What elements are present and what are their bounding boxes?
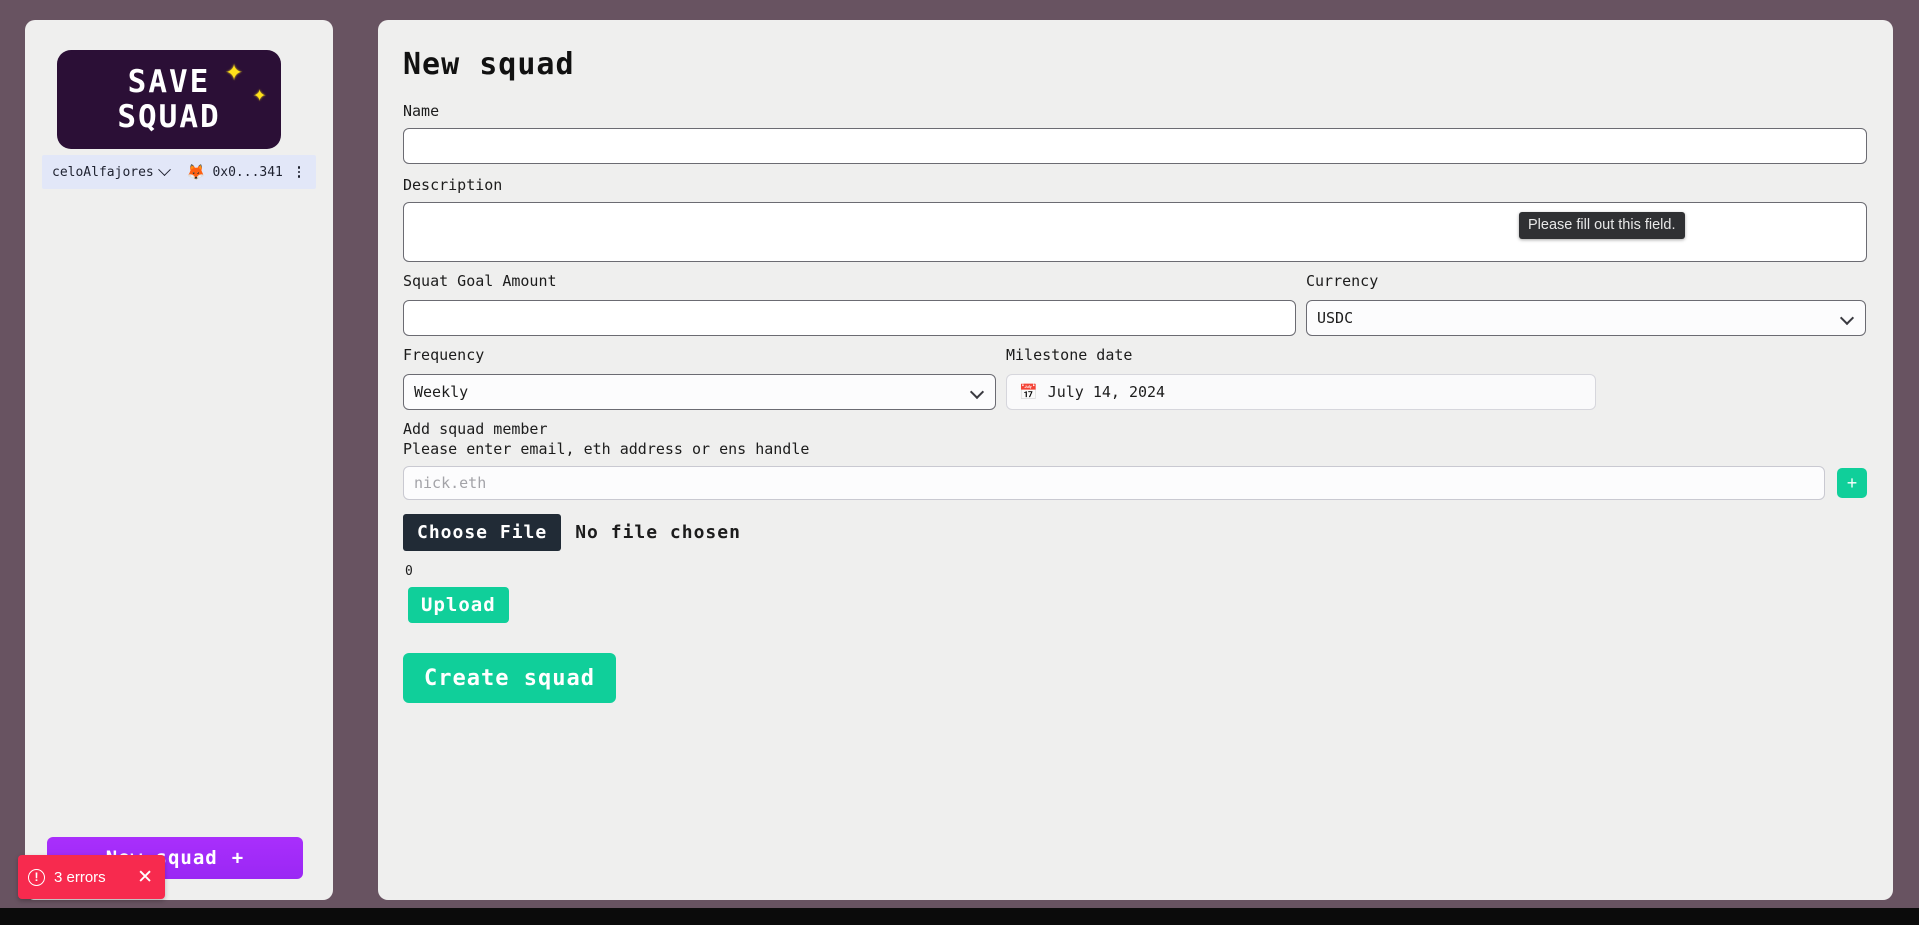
sidebar: SAVE SQUAD ✦ ✦ celoAlfajores 🦊 0x0...341… (25, 20, 333, 900)
milestone-date-value: July 14, 2024 (1047, 383, 1166, 401)
metamask-fox-icon: 🦊 (186, 162, 206, 181)
frequency-select[interactable]: Weekly (403, 374, 996, 410)
close-icon[interactable]: ✕ (135, 868, 155, 887)
calendar-icon: 📅 (1019, 382, 1038, 401)
file-picker-row: Choose File No file chosen (403, 514, 741, 551)
add-member-input[interactable] (403, 466, 1825, 500)
logo-text-line-2: SQUAD (117, 98, 221, 135)
field-squat-goal-amount: Squat Goal Amount (403, 272, 1296, 336)
account-button[interactable]: 🦊 0x0...341 (186, 162, 283, 181)
network-label: celoAlfajores (52, 164, 154, 180)
error-count-label: 3 errors (54, 868, 106, 886)
logo-card: SAVE SQUAD (57, 50, 281, 149)
file-status-label: No file chosen (575, 522, 741, 543)
chevron-down-icon (157, 162, 171, 176)
frequency-label: Frequency (403, 346, 485, 364)
error-toast: ! 3 errors ✕ (18, 855, 165, 899)
squat-goal-amount-input[interactable] (403, 300, 1296, 336)
alert-circle-icon: ! (28, 868, 45, 886)
wallet-address: 0x0...341 (212, 164, 283, 180)
currency-label: Currency (1306, 272, 1379, 290)
currency-select[interactable]: USDC (1306, 300, 1866, 336)
add-member-hint: Please enter email, eth address or ens h… (403, 440, 810, 458)
main-panel: New squad Name Description Squat Goal Am… (378, 20, 1893, 900)
description-label: Description (403, 176, 503, 194)
plus-icon: + (231, 847, 245, 869)
create-squad-button[interactable]: Create squad (403, 653, 616, 703)
app-logo: SAVE SQUAD ✦ ✦ (57, 50, 281, 149)
page-title: New squad (403, 47, 575, 82)
squat-goal-amount-label: Squat Goal Amount (403, 272, 557, 290)
wallet-bar: celoAlfajores 🦊 0x0...341 (42, 155, 316, 189)
add-member-button[interactable]: + (1837, 468, 1867, 498)
name-label: Name (403, 102, 440, 120)
field-frequency: Frequency Weekly (403, 346, 996, 410)
bottom-strip (0, 908, 1919, 925)
name-input[interactable] (403, 128, 1867, 164)
field-currency: Currency USDC (1306, 272, 1866, 336)
network-selector[interactable]: celoAlfajores (52, 162, 171, 180)
milestone-date-label: Milestone date (1006, 346, 1133, 364)
add-member-label: Add squad member (403, 420, 548, 438)
upload-button[interactable]: Upload (408, 587, 509, 623)
logo-text-line-1: SAVE (127, 63, 211, 100)
field-add-squad-member: Add squad member Please enter email, eth… (403, 420, 1867, 500)
field-name: Name (403, 102, 1867, 164)
file-count: 0 (405, 564, 413, 579)
milestone-date-picker[interactable]: 📅 July 14, 2024 (1006, 374, 1596, 410)
validation-tooltip: Please fill out this field. (1519, 212, 1685, 239)
wallet-menu-icon[interactable] (295, 164, 304, 180)
field-milestone-date: Milestone date 📅 July 14, 2024 (1006, 346, 1596, 410)
choose-file-button[interactable]: Choose File (403, 514, 562, 551)
